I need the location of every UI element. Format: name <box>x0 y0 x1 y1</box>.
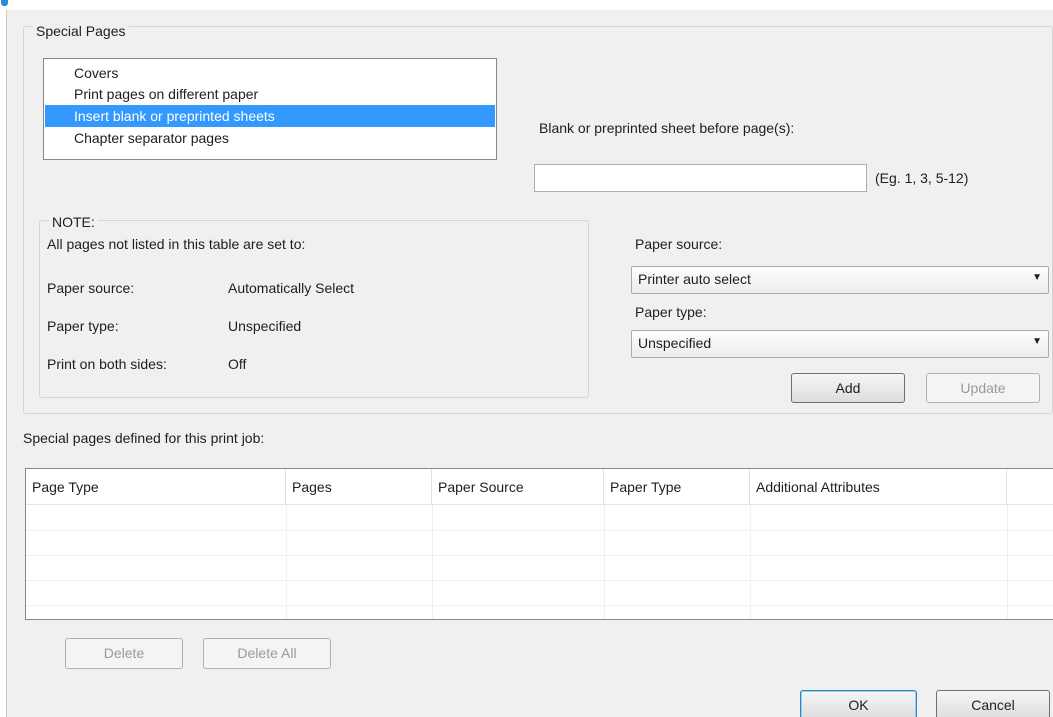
sheet-pages-label: Blank or preprinted sheet before page(s)… <box>539 120 795 136</box>
list-item-chapter-separator[interactable]: Chapter separator pages <box>45 127 495 149</box>
column-header-page-type[interactable]: Page Type <box>26 469 286 505</box>
table-column-divider <box>604 505 605 619</box>
note-duplex-value: Off <box>228 356 247 372</box>
column-header-additional-attributes[interactable]: Additional Attributes <box>750 469 1007 505</box>
table-row <box>26 605 1053 606</box>
special-pages-list[interactable]: Covers Print pages on different paper In… <box>43 58 497 160</box>
note-paper-type-label: Paper type: <box>47 318 119 334</box>
ok-button[interactable]: OK <box>800 690 917 717</box>
list-item-covers[interactable]: Covers <box>45 62 495 84</box>
column-header-filler <box>1007 469 1053 505</box>
note-paper-type-value: Unspecified <box>228 318 302 334</box>
chevron-down-icon: ▼ <box>1032 272 1042 283</box>
paper-source-select[interactable]: Printer auto select ▼ <box>631 266 1049 294</box>
note-intro: All pages not listed in this table are s… <box>47 236 306 252</box>
paper-type-value: Unspecified <box>638 335 712 351</box>
special-pages-dialog: Special Pages Covers Print pages on diff… <box>6 10 1053 717</box>
add-button[interactable]: Add <box>791 373 905 403</box>
table-row <box>26 580 1053 581</box>
note-paper-source-value: Automatically Select <box>228 280 355 296</box>
delete-all-button[interactable]: Delete All <box>203 638 331 669</box>
delete-button[interactable]: Delete <box>65 638 183 669</box>
note-paper-source-label: Paper source: <box>47 280 135 296</box>
paper-source-value: Printer auto select <box>638 271 751 287</box>
table-column-divider <box>286 505 287 619</box>
paper-type-label: Paper type: <box>635 304 707 320</box>
note-title: NOTE: <box>49 214 98 230</box>
table-column-divider <box>750 505 751 619</box>
table-column-divider <box>432 505 433 619</box>
table-column-divider <box>1007 505 1008 619</box>
column-header-paper-type[interactable]: Paper Type <box>604 469 750 505</box>
cancel-button[interactable]: Cancel <box>936 690 1050 717</box>
sheet-pages-hint: (Eg. 1, 3, 5-12) <box>875 170 969 186</box>
column-header-pages[interactable]: Pages <box>286 469 432 505</box>
defined-pages-table[interactable]: Page Type Pages Paper Source Paper Type … <box>25 468 1053 620</box>
paper-source-label: Paper source: <box>635 236 723 252</box>
special-pages-group-title: Special Pages <box>33 23 129 39</box>
paper-type-select[interactable]: Unspecified ▼ <box>631 330 1049 358</box>
column-header-paper-source[interactable]: Paper Source <box>432 469 604 505</box>
sheet-pages-input[interactable] <box>534 164 867 192</box>
note-duplex-label: Print on both sides: <box>47 356 167 372</box>
defined-pages-title: Special pages defined for this print job… <box>23 430 265 446</box>
list-item-insert-blank-sheets[interactable]: Insert blank or preprinted sheets <box>45 105 495 127</box>
update-button[interactable]: Update <box>926 373 1040 403</box>
chevron-down-icon: ▼ <box>1032 336 1042 347</box>
info-icon <box>1 0 8 6</box>
table-row <box>26 530 1053 531</box>
list-item-different-paper[interactable]: Print pages on different paper <box>45 83 495 105</box>
table-row <box>26 555 1053 556</box>
caption-strip <box>0 0 1053 10</box>
